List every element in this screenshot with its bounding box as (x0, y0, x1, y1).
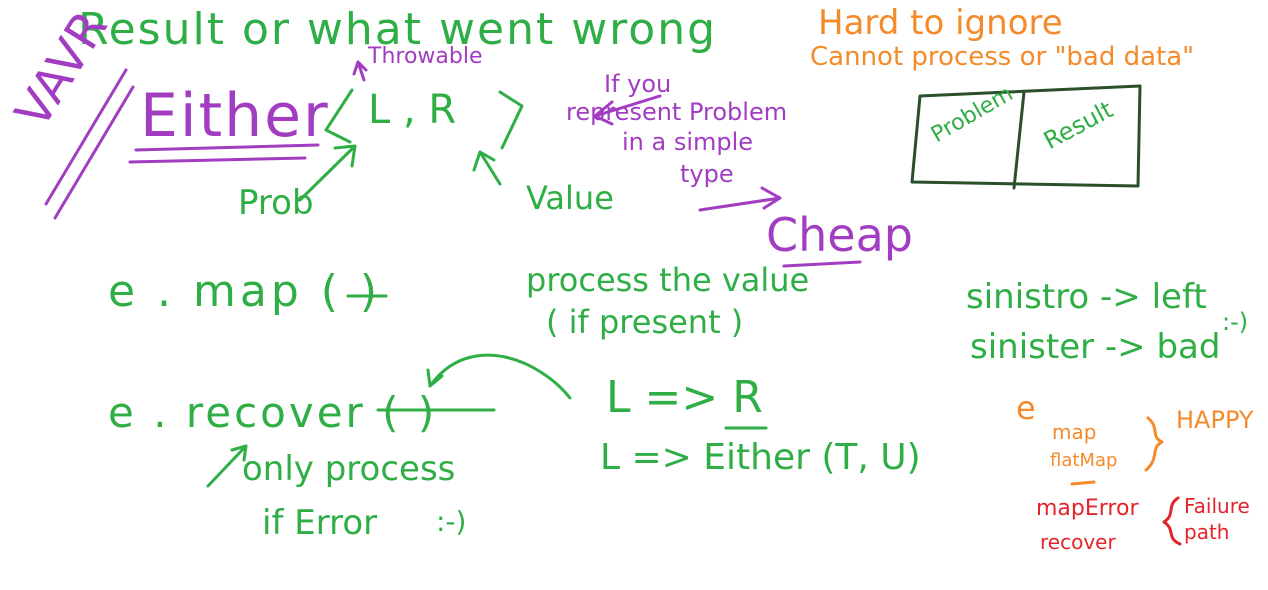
type-params: L , R (368, 87, 457, 133)
map-error-label: mapError (1036, 496, 1139, 521)
hard-line1: Hard to ignore (818, 3, 1063, 43)
prob-label: Prob (238, 183, 314, 223)
rule-l-to-r: L => R (606, 372, 763, 423)
value-arrow (472, 150, 502, 186)
box-divider (1012, 90, 1026, 190)
cheap-label: Cheap (766, 208, 913, 262)
failure-brace (1162, 496, 1182, 546)
value-label: Value (526, 179, 614, 217)
sinister-note: sinister -> bad (970, 327, 1221, 367)
throwable-arrow (352, 60, 368, 82)
note-line2: represent Problem (566, 98, 788, 126)
note-line4: type (680, 160, 734, 188)
note-line1: If you (604, 70, 672, 98)
map-note-line1: process the value (526, 261, 810, 299)
sinistro-note: sinistro -> left (966, 277, 1207, 317)
either-open-angle (324, 88, 354, 144)
hard-line2: Cannot process or "bad data" (810, 42, 1195, 72)
happy-label: HAPPY (1176, 406, 1254, 434)
recover-note-line2: if Error (262, 503, 378, 543)
recover-call: e . recover ( ) (108, 388, 438, 437)
sinister-smiley: :-) (1222, 308, 1249, 336)
cheap-arrow (698, 186, 782, 212)
map-call: e . map ( ) (108, 266, 382, 317)
error-smiley: :-) (436, 505, 467, 538)
flatmap-squiggle (1070, 480, 1096, 486)
note-line3: in a simple (622, 128, 754, 156)
rule-l-to-either: L => Either (T, U) (600, 437, 921, 478)
failure-line2: path (1184, 520, 1230, 544)
either-close-angle (498, 90, 524, 150)
failure-line1: Failure (1184, 494, 1250, 518)
throwable-label: Throwable (368, 44, 483, 69)
map-label: map (1052, 420, 1097, 444)
either-underline-2 (128, 156, 307, 164)
map-note-line2: ( if present ) (546, 303, 744, 341)
e-label: e (1016, 389, 1036, 427)
recover-label: recover (1040, 530, 1116, 554)
recover-note-line1: only process (242, 449, 456, 489)
happy-brace (1144, 416, 1164, 472)
flatmap-label: flatMap (1050, 450, 1118, 471)
recover-curve-arrow (426, 353, 572, 400)
either-label: Either (140, 81, 330, 151)
only-process-arrow (206, 444, 248, 488)
